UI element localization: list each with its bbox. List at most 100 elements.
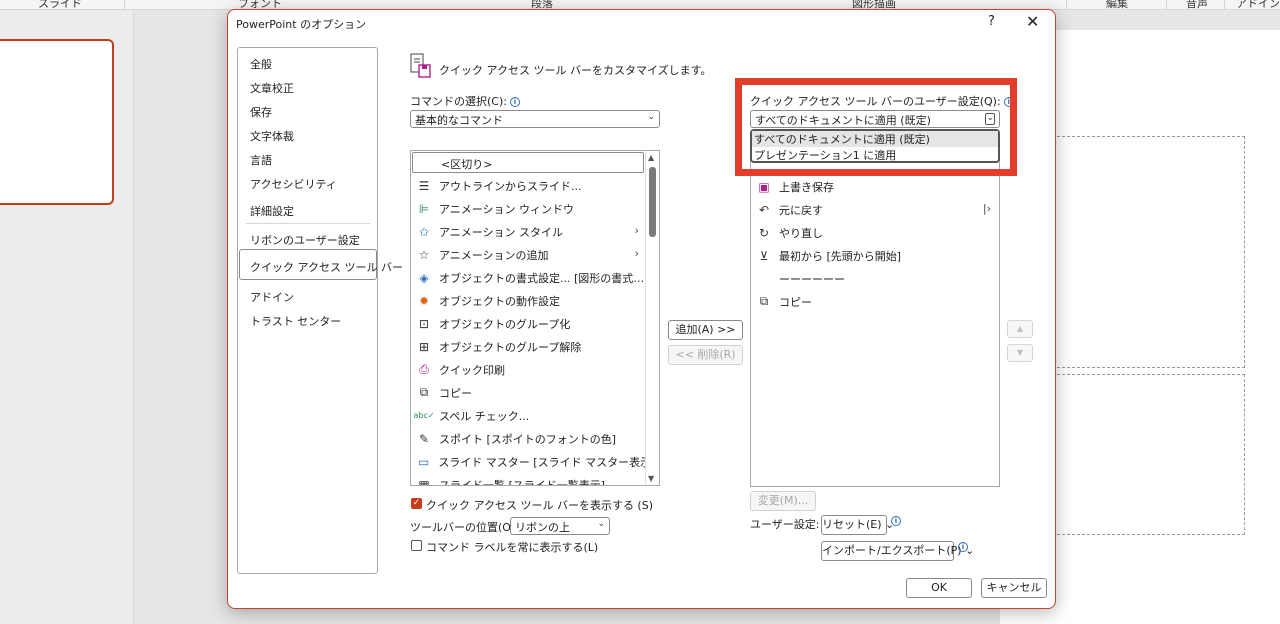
nav-item-quick-access-toolbar[interactable]: クイック アクセス ツール バー: [250, 259, 403, 275]
nav-item-typography[interactable]: 文字体裁: [250, 128, 294, 144]
info-icon: i: [958, 542, 968, 552]
quick-access-toolbar-icon: [410, 52, 432, 80]
qat-item[interactable]: ↻ やり直し: [751, 221, 999, 244]
choose-commands-dropdown[interactable]: 基本的なコマンド ⌄: [410, 110, 660, 128]
choose-commands-label-text: コマンドの選択(C):: [410, 95, 507, 108]
nav-item-trust-center[interactable]: トラスト センター: [250, 313, 341, 329]
command-label: オブジェクトの動作設定: [439, 294, 560, 308]
save-icon: ▣: [758, 179, 770, 194]
command-item-separator[interactable]: <区切り>: [412, 152, 644, 173]
print-icon: ⎙: [419, 362, 429, 376]
dropdown-option-presentation1[interactable]: プレゼンテーション1 に適用: [754, 147, 896, 163]
customize-qat-dropdown[interactable]: すべてのドキュメントに適用 (既定) ⌄: [750, 110, 1000, 128]
command-item[interactable]: ✹ オブジェクトの動作設定: [411, 289, 647, 312]
qat-item[interactable]: ⧉ コピー: [751, 290, 999, 313]
help-button[interactable]: ?: [988, 14, 995, 29]
qat-item-separator[interactable]: ーーーーーー: [751, 267, 999, 290]
nav-item-advanced[interactable]: 詳細設定: [250, 203, 294, 219]
qat-item[interactable]: ▣ 上書き保存: [751, 175, 999, 198]
command-item[interactable]: ⊡ オブジェクトのグループ化: [411, 312, 647, 335]
close-button[interactable]: ✕: [1026, 12, 1039, 31]
command-label: オブジェクトのグループ化: [439, 317, 571, 331]
nav-item-customize-ribbon[interactable]: リボンのユーザー設定: [250, 232, 360, 248]
qat-item[interactable]: ⊻ 最初から [先頭から開始]: [751, 244, 999, 267]
command-label: オブジェクトのグループ解除: [439, 340, 582, 354]
customize-qat-dropdown-list[interactable]: すべてのドキュメントに適用 (既定) プレゼンテーション1 に適用: [750, 129, 1000, 163]
ok-button[interactable]: OK: [906, 578, 972, 598]
user-settings-label: ユーザー設定:: [750, 518, 820, 531]
command-item[interactable]: ✩ アニメーション スタイル ›: [411, 220, 647, 243]
command-item[interactable]: ◈ オブジェクトの書式設定... [図形の書式…: [411, 266, 647, 289]
outline-icon: ☰: [418, 178, 430, 193]
command-item[interactable]: ⊞ オブジェクトのグループ解除: [411, 335, 647, 358]
command-label: スペル チェック...: [439, 409, 530, 423]
ribbon-separator: [1066, 0, 1067, 10]
always-show-labels-checkbox[interactable]: [411, 540, 422, 551]
command-label: クイック印刷: [439, 363, 505, 377]
star-add-icon: ☆: [418, 247, 430, 262]
command-item[interactable]: ☰ アウトラインからスライド...: [411, 174, 647, 197]
nav-divider: [246, 223, 370, 224]
nav-item-save[interactable]: 保存: [250, 104, 272, 120]
chevron-down-icon: ⌄: [597, 519, 605, 529]
customize-qat-label-text: クイック アクセス ツール バーのユーザー設定(Q):: [750, 95, 1001, 108]
command-label: スライド マスター [スライド マスター表示]: [438, 455, 647, 469]
command-item[interactable]: ▦ スライド一覧 [スライド一覧表示]: [411, 473, 647, 486]
remove-button[interactable]: << 削除(R): [668, 345, 743, 365]
dropdown-option-all-documents[interactable]: すべてのドキュメントに適用 (既定): [752, 131, 998, 147]
command-item[interactable]: ▭ スライド マスター [スライド マスター表示]: [411, 450, 647, 473]
qat-item-label: 元に戻す: [779, 203, 823, 217]
add-button[interactable]: 追加(A) >>: [668, 320, 743, 340]
command-list[interactable]: <区切り> ☰ アウトラインからスライド... ⊫ アニメーション ウィンドウ ✩ ア…: [410, 150, 660, 486]
ribbon-group-editing[interactable]: 編集: [1106, 0, 1128, 11]
toolbar-position-value: リボンの上: [515, 521, 570, 534]
toolbar-position-dropdown[interactable]: リボンの上 ⌄: [510, 517, 610, 535]
modify-button[interactable]: 変更(M)...: [750, 491, 816, 511]
slide-thumbnail[interactable]: [0, 39, 114, 205]
scroll-down-icon[interactable]: ▼: [648, 474, 654, 483]
submenu-arrow-icon: |›: [982, 202, 991, 215]
show-toolbar-checkbox[interactable]: ✓: [411, 498, 422, 509]
slide-sorter-icon: ▦: [418, 477, 430, 486]
command-item[interactable]: ⎙ クイック印刷: [411, 358, 647, 381]
info-icon: i: [509, 97, 520, 107]
nav-item-accessibility[interactable]: アクセシビリティ: [250, 176, 337, 192]
move-up-button[interactable]: ▲: [1007, 320, 1033, 338]
qat-command-list[interactable]: ▣ 上書き保存 ↶ 元に戻す |› ↻ やり直し ⊻ 最初から [先頭から開始] ーーーー…: [750, 144, 1000, 487]
command-item[interactable]: ✎ スポイト [スポイトのフォントの色]: [411, 427, 647, 450]
nav-item-addins[interactable]: アドイン: [250, 289, 294, 305]
info-icon: i: [1003, 97, 1014, 107]
qat-item[interactable]: ↶ 元に戻す |›: [751, 198, 999, 221]
cancel-button[interactable]: キャンセル: [981, 578, 1047, 598]
nav-item-general[interactable]: 全般: [250, 56, 272, 72]
scroll-up-icon[interactable]: ▲: [648, 153, 654, 162]
chevron-down-icon: ⌄: [647, 112, 655, 122]
command-item[interactable]: ⊫ アニメーション ウィンドウ: [411, 197, 647, 220]
customize-qat-value: すべてのドキュメントに適用 (既定): [755, 114, 931, 127]
reset-button[interactable]: リセット(E) ⌄: [821, 515, 894, 535]
separator-icon: [755, 271, 773, 287]
scroll-thumb[interactable]: [649, 167, 656, 237]
choose-commands-label: コマンドの選択(C): i: [410, 93, 520, 109]
eyedropper-icon: ✎: [418, 431, 430, 446]
ribbon-group-voice[interactable]: 音声: [1186, 0, 1208, 11]
nav-item-proofing[interactable]: 文章校正: [250, 80, 294, 96]
ribbon-group-slide[interactable]: スライド: [38, 0, 82, 11]
command-label: オブジェクトの書式設定... [図形の書式…: [439, 271, 645, 285]
command-item[interactable]: abc✓ スペル チェック...: [411, 404, 647, 427]
command-label: スライド一覧 [スライド一覧表示]: [439, 478, 606, 486]
toolbar-position-label: ツールバーの位置(O): [410, 521, 516, 534]
command-label: アウトラインからスライド...: [439, 179, 582, 193]
qat-item-label: コピー: [779, 295, 812, 309]
import-export-button[interactable]: インポート/エクスポート(P) ⌄: [821, 541, 974, 561]
import-export-button-label: インポート/エクスポート(P): [822, 544, 962, 557]
move-down-button[interactable]: ▼: [1007, 344, 1033, 362]
always-show-labels-label: コマンド ラベルを常に表示する(L): [426, 541, 599, 554]
chevron-down-icon: ⌄: [985, 113, 995, 125]
command-item[interactable]: ⧉ コピー: [411, 381, 647, 404]
nav-item-language[interactable]: 言語: [250, 152, 272, 168]
command-item[interactable]: ☆ アニメーションの追加 ›: [411, 243, 647, 266]
command-list-scrollbar[interactable]: ▲ ▼: [645, 151, 659, 485]
copy-icon: ⧉: [419, 385, 429, 399]
ribbon-group-addins[interactable]: アドイン: [1236, 0, 1280, 11]
